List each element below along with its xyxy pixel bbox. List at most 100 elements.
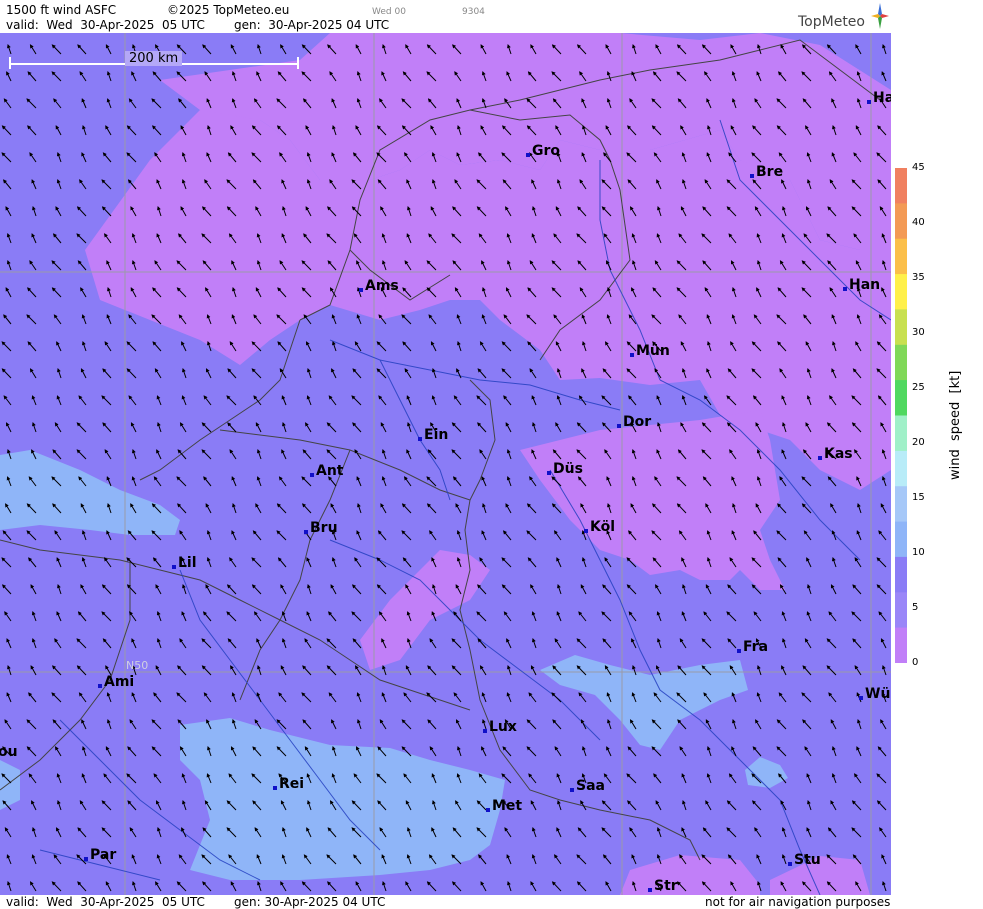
wind-map-canvas [0,33,891,895]
city-amiens[interactable]: Ami [98,674,134,690]
city-marker-icon [483,729,487,733]
compass-star-icon [871,3,889,29]
city-marker-icon [788,862,792,866]
city-marker-icon [867,100,871,104]
city-marker-icon [172,565,176,569]
city-label: Ami [104,674,135,690]
city-marker-icon [310,473,314,477]
city-marker-icon [526,153,530,157]
disclaimer: not for air navigation purposes [705,895,891,909]
footer-generated-time: gen: 30-Apr-2025 04 UTC [234,895,386,909]
colorbar-tick-label: 30 [912,327,925,338]
colorbar-segment [895,274,907,310]
colorbar-segment [895,556,907,593]
city-marker-icon [84,857,88,861]
forecast-step: Wed 00 [372,7,406,17]
city-marker-icon [486,808,490,812]
city-hannover[interactable]: Han [843,277,880,293]
city-label: Mün [636,343,670,359]
city-label: Str [654,878,678,894]
product-code: 9304 [462,7,485,17]
city-label: Ha [873,90,891,106]
city-label: Bru [310,520,338,536]
city-label: Saa [576,778,605,794]
city-label: Ant [316,463,344,479]
city-label: Gro [532,143,561,159]
city-duesseldorf[interactable]: Düs [547,461,583,477]
colorbar-tick-label: 5 [912,602,919,613]
colorbar-tick-label: 15 [912,492,925,503]
scale-bar-right-tick [297,57,299,69]
city-frankfurt[interactable]: Fra [737,639,768,655]
city-label: Han [849,277,881,293]
city-label: Bre [756,164,784,180]
city-marker-icon [547,471,551,475]
city-reims[interactable]: Rei [273,776,304,792]
city-muenster[interactable]: Mün [630,343,670,359]
city-amsterdam[interactable]: Ams [359,278,399,294]
city-kassel[interactable]: Kas [818,446,853,462]
city-koeln[interactable]: Köl [584,519,615,535]
colorbar-tick-label: 40 [912,217,925,228]
city-luxembourg[interactable]: Lux [483,719,517,735]
city-marker-icon [418,437,422,441]
city-stuttgart[interactable]: Stu [788,852,821,868]
city-brussels[interactable]: Bru [304,520,338,536]
city-label: Düs [553,461,583,477]
city-marker-icon [98,684,102,688]
city-hamburg[interactable]: Ha [867,90,891,106]
city-dortmund[interactable]: Dor [617,414,651,430]
topmeteo-logo[interactable]: TopMeteo [798,3,890,33]
city-wuerzburg[interactable]: Wü [859,686,890,702]
colorbar-tick-label: 10 [912,547,925,558]
city-marker-icon [304,530,308,534]
scale-bar-label: 200 km [125,51,183,66]
city-rouen[interactable]: ou [0,744,18,760]
city-label: ou [0,744,18,760]
colorbar-label: wind speed [kt] [948,370,963,480]
city-label: Rei [279,776,305,792]
colorbar-tick-label: 25 [912,382,925,393]
city-marker-icon [617,424,621,428]
city-marker-icon [843,287,847,291]
colorbar-segment [895,592,907,629]
city-saarbruecken[interactable]: Saa [570,778,605,794]
city-antwerp[interactable]: Ant [310,463,344,479]
city-lille[interactable]: Lil [172,555,197,571]
city-label: Stu [794,852,821,868]
logo-text: TopMeteo [798,14,865,30]
city-label: Lux [489,719,517,735]
footer-valid-time: valid: Wed 30-Apr-2025 05 UTC [6,895,205,909]
city-marker-icon [584,529,588,533]
city-label: Wü [865,686,891,702]
valid-time: valid: Wed 30-Apr-2025 05 UTC [6,18,205,32]
wind-speed-colorbar [895,168,907,663]
colorbar-tick-label: 20 [912,437,925,448]
colorbar-segment [895,450,907,487]
colorbar-segment [895,415,907,452]
city-metz[interactable]: Met [486,798,522,814]
city-label: Ams [365,278,399,294]
city-marker-icon [630,353,634,357]
city-strasbourg[interactable]: Str [648,878,678,894]
map-title: 1500 ft wind ASFC [6,3,117,17]
city-bremen[interactable]: Bre [750,164,783,180]
city-marker-icon [359,288,363,292]
city-eindhoven[interactable]: Ein [418,427,448,443]
city-paris[interactable]: Par [84,847,116,863]
city-label: Kas [824,446,853,462]
scale-bar-left-tick [9,57,11,69]
colorbar-segment [895,380,907,416]
city-groningen[interactable]: Gro [526,143,560,159]
colorbar-tick-label: 35 [912,272,925,283]
colorbar-segment [895,627,907,663]
wind-map[interactable]: Ha Gro Bre Ams Han Mün Dor Ein Düs Kas A… [0,33,891,895]
city-marker-icon [750,174,754,178]
colorbar-segment [895,344,907,381]
city-label: Met [492,798,523,814]
city-label: Lil [178,555,197,571]
generated-time: gen: 30-Apr-2025 04 UTC [234,18,390,32]
colorbar-segment [895,486,907,523]
colorbar-tick-label: 45 [912,162,925,173]
grid-latitude-label: N50 [126,659,149,672]
